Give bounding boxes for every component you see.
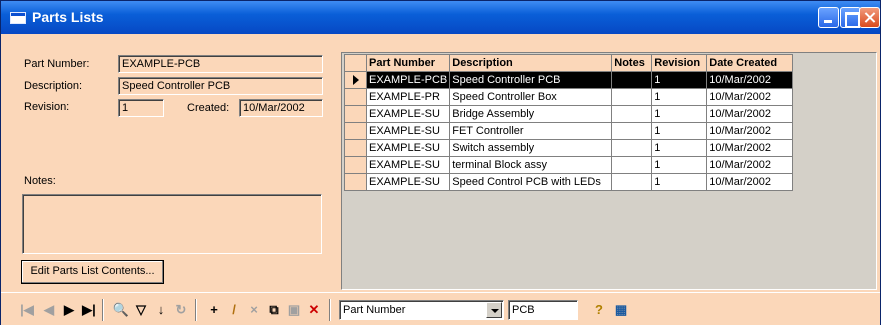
last-record-icon[interactable]: ▶| bbox=[79, 300, 99, 320]
refresh-icon[interactable]: ↻ bbox=[171, 300, 191, 320]
cell-description[interactable]: Speed Control PCB with LEDs bbox=[449, 173, 613, 191]
table-row[interactable]: EXAMPLE-PR Speed Controller Box 1 10/Mar/20… bbox=[344, 88, 794, 106]
cell-notes[interactable] bbox=[611, 105, 653, 123]
minimize-button[interactable] bbox=[818, 7, 839, 28]
col-date-created[interactable]: Date Created bbox=[706, 54, 794, 72]
cell-description[interactable]: Speed Controller Box bbox=[449, 88, 613, 106]
row-indicator[interactable] bbox=[344, 105, 367, 123]
next-record-icon[interactable]: ▶ bbox=[59, 300, 79, 320]
search-field-select[interactable]: Part Number bbox=[339, 300, 504, 320]
cancel-icon[interactable]: × bbox=[244, 300, 264, 320]
help-icon[interactable]: ? bbox=[589, 300, 609, 320]
cell-description[interactable]: Bridge Assembly bbox=[449, 105, 613, 123]
row-indicator[interactable] bbox=[344, 156, 367, 174]
toolbar-separator bbox=[195, 299, 197, 321]
cell-revision[interactable]: 1 bbox=[651, 173, 708, 191]
cell-notes[interactable] bbox=[611, 139, 653, 157]
row-indicator[interactable] bbox=[344, 71, 367, 89]
cell-date-created[interactable]: 10/Mar/2002 bbox=[706, 122, 794, 140]
find-icon[interactable]: 🔍 bbox=[111, 300, 131, 320]
cell-notes[interactable] bbox=[611, 88, 653, 106]
cell-date-created[interactable]: 10/Mar/2002 bbox=[706, 139, 794, 157]
prev-record-icon[interactable]: ◀ bbox=[39, 300, 59, 320]
revision-label: Revision: bbox=[24, 101, 70, 113]
cell-revision[interactable]: 1 bbox=[651, 139, 708, 157]
table-row[interactable]: EXAMPLE-PCB Speed Controller PCB 1 10/Mar/2… bbox=[344, 71, 794, 89]
cell-date-created[interactable]: 10/Mar/2002 bbox=[706, 156, 794, 174]
cell-part-number[interactable]: EXAMPLE-PR bbox=[365, 88, 451, 106]
col-notes[interactable]: Notes bbox=[611, 54, 653, 72]
title-bar[interactable]: Parts Lists bbox=[1, 1, 880, 34]
cell-part-number[interactable]: EXAMPLE-SU bbox=[365, 105, 451, 123]
navigation-toolbar: |◀ ◀ ▶ ▶| 🔍 ▽ ↓ ↻ + / × ⧉ ▣ ✕ Part Numbe… bbox=[1, 292, 880, 325]
cell-revision[interactable]: 1 bbox=[651, 156, 708, 174]
cell-revision[interactable]: 1 bbox=[651, 122, 708, 140]
col-description[interactable]: Description bbox=[449, 54, 613, 72]
created-field[interactable]: 10/Mar/2002 bbox=[239, 99, 323, 117]
save-icon[interactable]: ▣ bbox=[284, 300, 304, 320]
edit-parts-list-button[interactable]: Edit Parts List Contents... bbox=[21, 260, 164, 284]
window-icon bbox=[10, 12, 26, 24]
cell-part-number[interactable]: EXAMPLE-PCB bbox=[365, 71, 451, 89]
cell-revision[interactable]: 1 bbox=[651, 71, 708, 89]
cell-notes[interactable] bbox=[611, 173, 653, 191]
window-title: Parts Lists bbox=[32, 9, 104, 25]
row-indicator-header bbox=[344, 54, 367, 72]
cell-part-number[interactable]: EXAMPLE-SU bbox=[365, 173, 451, 191]
current-row-arrow-icon bbox=[352, 75, 359, 86]
part-number-label: Part Number: bbox=[24, 58, 90, 70]
filter-icon[interactable]: ▽ bbox=[131, 300, 151, 320]
edit-icon[interactable]: / bbox=[224, 300, 244, 320]
cell-notes[interactable] bbox=[611, 122, 653, 140]
table-row[interactable]: EXAMPLE-SU Bridge Assembly 1 10/Mar/2002 bbox=[344, 105, 794, 123]
table-row[interactable]: EXAMPLE-SU Speed Control PCB with LEDs 1 10… bbox=[344, 173, 794, 191]
search-field-value: Part Number bbox=[343, 304, 406, 316]
col-revision[interactable]: Revision bbox=[651, 54, 708, 72]
cell-date-created[interactable]: 10/Mar/2002 bbox=[706, 173, 794, 191]
row-indicator[interactable] bbox=[344, 88, 367, 106]
table-row[interactable]: EXAMPLE-SU FET Controller 1 10/Mar/2002 bbox=[344, 122, 794, 140]
close-button[interactable] bbox=[859, 7, 880, 28]
row-indicator[interactable] bbox=[344, 173, 367, 191]
part-number-field[interactable]: EXAMPLE-PCB bbox=[118, 55, 323, 73]
cell-description[interactable]: Speed Controller PCB bbox=[449, 71, 613, 89]
cell-description[interactable]: terminal Block assy bbox=[449, 156, 613, 174]
notes-label: Notes: bbox=[24, 175, 56, 187]
row-indicator[interactable] bbox=[344, 122, 367, 140]
add-icon[interactable]: + bbox=[204, 300, 224, 320]
cell-revision[interactable]: 1 bbox=[651, 88, 708, 106]
description-field[interactable]: Speed Controller PCB bbox=[118, 77, 323, 95]
delete-icon[interactable]: ✕ bbox=[304, 300, 324, 320]
cell-part-number[interactable]: EXAMPLE-SU bbox=[365, 122, 451, 140]
created-label: Created: bbox=[187, 102, 230, 114]
toolbar-separator bbox=[102, 299, 104, 321]
table-row[interactable]: EXAMPLE-SU Switch assembly 1 10/Mar/2002 bbox=[344, 139, 794, 157]
chevron-down-icon[interactable] bbox=[486, 302, 502, 318]
cell-notes[interactable] bbox=[611, 71, 653, 89]
col-part-number[interactable]: Part Number bbox=[365, 54, 451, 72]
cell-part-number[interactable]: EXAMPLE-SU bbox=[365, 139, 451, 157]
cell-revision[interactable]: 1 bbox=[651, 105, 708, 123]
first-record-icon[interactable]: |◀ bbox=[17, 300, 37, 320]
toolbar-separator bbox=[329, 299, 331, 321]
parts-lists-window: Parts Lists Part Number: EXAMPLE-PCB Des… bbox=[0, 0, 881, 325]
copy-icon[interactable]: ⧉ bbox=[264, 300, 284, 320]
search-input[interactable]: PCB bbox=[508, 300, 578, 320]
row-indicator[interactable] bbox=[344, 139, 367, 157]
cell-date-created[interactable]: 10/Mar/2002 bbox=[706, 71, 794, 89]
cell-date-created[interactable]: 10/Mar/2002 bbox=[706, 88, 794, 106]
table-view-icon[interactable]: ▦ bbox=[611, 300, 631, 320]
cell-description[interactable]: Switch assembly bbox=[449, 139, 613, 157]
cell-description[interactable]: FET Controller bbox=[449, 122, 613, 140]
parts-grid: Part Number Description Notes Revision D… bbox=[344, 54, 794, 191]
revision-field[interactable]: 1 bbox=[118, 99, 164, 117]
cell-part-number[interactable]: EXAMPLE-SU bbox=[365, 156, 451, 174]
description-label: Description: bbox=[24, 80, 83, 92]
cell-notes[interactable] bbox=[611, 156, 653, 174]
maximize-button[interactable] bbox=[840, 7, 861, 28]
notes-field[interactable] bbox=[22, 194, 322, 254]
sort-icon[interactable]: ↓ bbox=[151, 300, 171, 320]
cell-date-created[interactable]: 10/Mar/2002 bbox=[706, 105, 794, 123]
table-row[interactable]: EXAMPLE-SU terminal Block assy 1 10/Mar/200… bbox=[344, 156, 794, 174]
